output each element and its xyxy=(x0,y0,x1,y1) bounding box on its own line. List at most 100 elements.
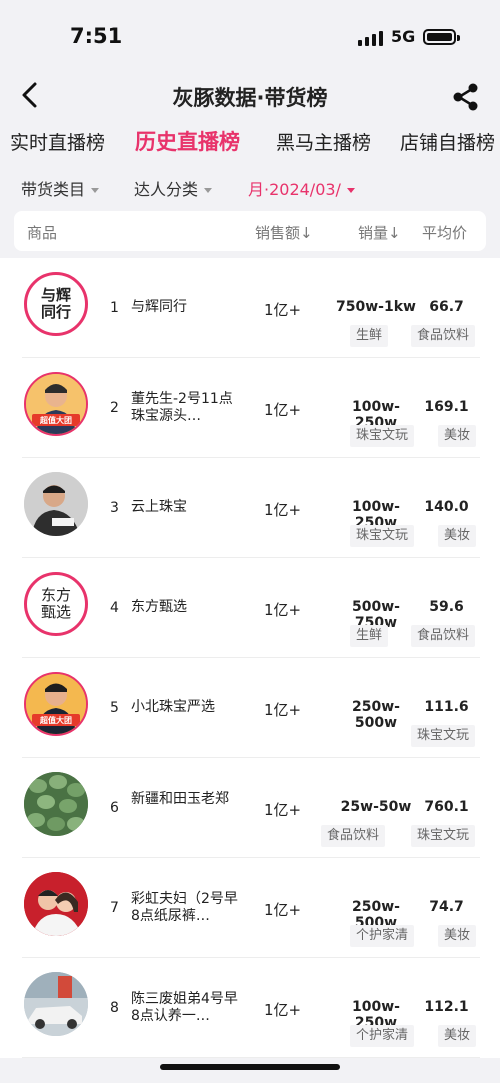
avg-price: 74.7 xyxy=(429,899,464,915)
streamer-name: 与辉同行 xyxy=(131,299,187,315)
category-tag: 生鲜 xyxy=(350,325,389,347)
tab-realtime-live[interactable]: 实时直播榜 xyxy=(10,128,105,155)
rank-number: 5 xyxy=(110,700,119,716)
category-tag: 个护家清 xyxy=(350,1025,415,1047)
rank-number: 2 xyxy=(110,400,119,416)
caret-down-icon xyxy=(204,188,213,193)
category-tag: 美妆 xyxy=(438,525,477,547)
table-row[interactable]: 7 彩虹夫妇（2号早8点纸尿裤… 1亿+ 250w-500w 74.7 个护家清… xyxy=(0,858,500,958)
person-photo-icon xyxy=(24,472,88,536)
table-row[interactable]: 8 陈三废姐弟4号早8点认养一… 1亿+ 100w-250w 112.1 个护家… xyxy=(0,958,500,1058)
table-row[interactable]: 与辉同行 1 与辉同行 1亿+ 750w-1kw 66.7 生鲜 食品饮料 xyxy=(0,258,500,358)
sales-amount: 1亿+ xyxy=(264,701,302,719)
divider xyxy=(22,1057,480,1058)
sales-amount: 1亿+ xyxy=(264,501,302,519)
rank-number: 4 xyxy=(110,600,119,616)
page-title: 灰豚数据·带货榜 xyxy=(172,86,328,110)
avg-price: 760.1 xyxy=(424,799,469,815)
avatar-logo-text: 与辉同行 xyxy=(40,286,71,321)
avatar: 超值大团 xyxy=(24,672,88,736)
avg-price: 59.6 xyxy=(429,599,464,615)
rank-number: 7 xyxy=(110,900,119,916)
table-row[interactable]: 超值大团 5 小北珠宝严选 1亿+ 250w-500w 111.6 珠宝文玩 xyxy=(0,658,500,758)
category-filter-label: 带货类目 xyxy=(21,180,86,199)
category-tag: 食品饮料 xyxy=(321,825,386,847)
avatar-badge-text: 超值大团 xyxy=(40,716,72,725)
avatar-badge-text: 超值大团 xyxy=(40,416,72,425)
streamer-name: 小北珠宝严选 xyxy=(131,699,215,715)
avatar xyxy=(24,872,88,936)
avg-price: 140.0 xyxy=(424,499,469,515)
header-sales-volume[interactable]: 销量↓ xyxy=(358,222,401,243)
sales-amount: 1亿+ xyxy=(264,301,302,319)
talent-filter[interactable]: 达人分类 xyxy=(134,176,213,200)
category-tag: 珠宝文玩 xyxy=(350,525,415,547)
sales-amount: 1亿+ xyxy=(264,601,302,619)
tab-store-self-live[interactable]: 店铺自播榜 xyxy=(400,128,495,155)
rank-number: 6 xyxy=(110,800,119,816)
sales-amount: 1亿+ xyxy=(264,401,302,419)
category-tag: 食品饮料 xyxy=(411,325,476,347)
signal-icon xyxy=(358,30,384,46)
tab-dark-horse[interactable]: 黑马主播榜 xyxy=(276,128,371,155)
avatar xyxy=(24,772,88,836)
battery-icon xyxy=(423,29,460,45)
rank-number: 3 xyxy=(110,500,119,516)
streamer-name: 新疆和田玉老郑 xyxy=(131,791,229,807)
streamer-name: 彩虹夫妇（2号早8点纸尿裤… xyxy=(131,891,238,924)
avg-price: 169.1 xyxy=(424,399,469,415)
nav-bar: 灰豚数据·带货榜 xyxy=(0,70,500,124)
table-row[interactable]: 东方甄选 4 东方甄选 1亿+ 500w-750w 59.6 生鲜 食品饮料 xyxy=(0,558,500,658)
couple-photo-icon xyxy=(24,872,88,936)
sales-volume: 750w-1kw xyxy=(336,299,416,315)
avatar-logo-text: 东方甄选 xyxy=(40,586,71,621)
category-tag: 珠宝文玩 xyxy=(411,825,476,847)
filter-bar: 带货类目 达人分类 月·2024/03/ xyxy=(0,176,500,202)
header-product: 商品 xyxy=(27,224,58,242)
month-filter[interactable]: 月·2024/03/ xyxy=(248,176,355,200)
month-filter-label: 月·2024/03/ xyxy=(248,180,341,199)
sales-amount: 1亿+ xyxy=(264,901,302,919)
caret-down-icon xyxy=(346,188,355,193)
tab-history-live[interactable]: 历史直播榜 xyxy=(135,126,240,156)
talent-filter-label: 达人分类 xyxy=(134,180,199,199)
avatar: 超值大团 xyxy=(24,372,88,436)
avg-price: 112.1 xyxy=(424,999,469,1015)
category-tag: 个护家清 xyxy=(350,925,415,947)
avatar: 东方甄选 xyxy=(24,572,88,636)
table-header: 商品 销售额↓ 销量↓ 平均价 xyxy=(14,211,486,251)
category-tag: 美妆 xyxy=(438,1025,477,1047)
share-icon xyxy=(453,83,478,111)
share-button[interactable] xyxy=(452,83,480,111)
avatar: 与辉同行 xyxy=(24,272,88,336)
status-time: 7:51 xyxy=(70,24,123,48)
car-photo-icon xyxy=(24,972,88,1036)
category-tag: 美妆 xyxy=(438,925,477,947)
sales-amount: 1亿+ xyxy=(264,1001,302,1019)
caret-down-icon xyxy=(91,188,100,193)
streamer-name: 董先生-2号11点珠宝源头… xyxy=(131,391,233,424)
table-row[interactable]: 超值大团 2 董先生-2号11点珠宝源头… 1亿+ 100w-250w 169.… xyxy=(0,358,500,458)
table-row[interactable]: 3 云上珠宝 1亿+ 100w-250w 140.0 珠宝文玩 美妆 xyxy=(0,458,500,558)
rank-number: 8 xyxy=(110,1000,119,1016)
jade-stones-icon xyxy=(24,772,88,836)
avg-price: 66.7 xyxy=(429,299,464,315)
header-sales-amount[interactable]: 销售额↓ xyxy=(255,222,313,243)
avatar xyxy=(24,472,88,536)
category-tag: 生鲜 xyxy=(350,625,389,647)
category-filter[interactable]: 带货类目 xyxy=(21,176,100,200)
sales-volume: 25w-50w xyxy=(340,799,412,815)
category-tag: 珠宝文玩 xyxy=(411,725,476,747)
rank-number: 1 xyxy=(110,300,119,316)
header-avg-price[interactable]: 平均价 xyxy=(422,222,467,243)
home-indicator[interactable] xyxy=(160,1064,340,1070)
streamer-name: 东方甄选 xyxy=(131,599,187,615)
category-tag: 美妆 xyxy=(438,425,477,447)
sales-amount: 1亿+ xyxy=(264,801,302,819)
network-label: 5G xyxy=(391,27,416,46)
streamer-name: 陈三废姐弟4号早8点认养一… xyxy=(131,991,238,1024)
table-row[interactable]: 6 新疆和田玉老郑 1亿+ 25w-50w 760.1 食品饮料 珠宝文玩 xyxy=(0,758,500,858)
header-sales-amount-label: 销售额 xyxy=(255,224,301,242)
avatar xyxy=(24,972,88,1036)
streamer-name: 云上珠宝 xyxy=(131,499,187,515)
